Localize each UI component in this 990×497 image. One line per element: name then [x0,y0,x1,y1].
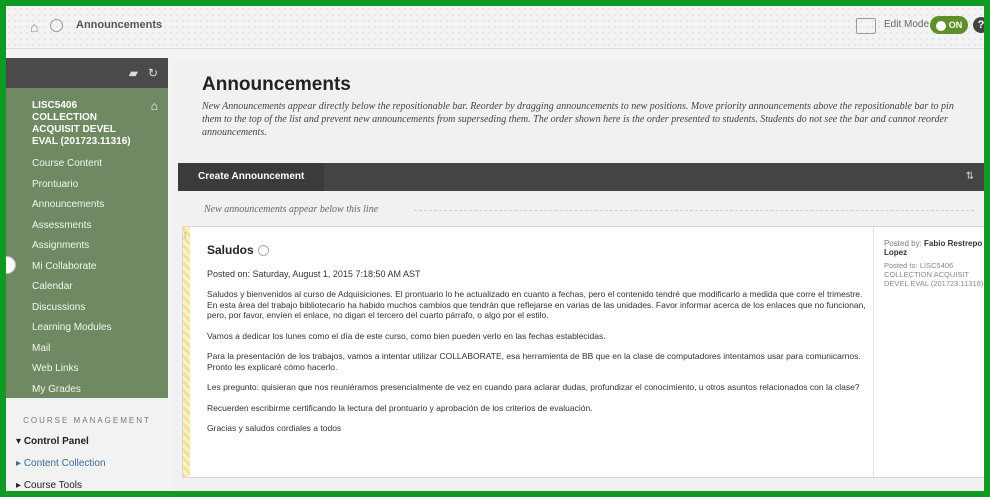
sidebar-item-discussions[interactable]: Discussions [6,298,168,319]
home-icon[interactable]: ⌂ [30,19,38,35]
announcement-title: Saludos [207,243,254,257]
menu-circle-icon[interactable] [50,19,63,32]
folder-view-icon[interactable]: ▰ [129,66,138,80]
posted-by: Posted by: Fabio Restrepo Lopez [884,239,984,257]
content-collection-label: Content Collection [23,458,106,469]
help-icon[interactable]: ? [973,17,984,33]
repositionable-bar[interactable] [414,210,974,211]
sidebar-item-web-links[interactable]: Web Links [6,359,168,380]
sidebar-item-assignments[interactable]: Assignments [6,236,168,257]
action-bar: Create Announcement ⇅ [178,163,984,191]
options-menu-icon[interactable] [257,245,269,257]
announcement-paragraph: Saludos y bienvenidos al curso de Adquis… [207,289,866,320]
course-tools-link[interactable]: ▸ Course Tools [6,480,168,491]
sidebar-item-calendar[interactable]: Calendar [6,277,168,298]
page-description: New Announcements appear directly below … [202,101,954,138]
edit-mode-toggle[interactable]: ON [930,16,968,34]
control-panel-toggle[interactable]: ▾ Control Panel [6,436,168,447]
course-menu: ▰ ↻ LISC5406 COLLECTION ACQUISIT DEVEL E… [6,58,168,491]
sidebar-item-assessments[interactable]: Assessments [6,216,168,237]
course-management-panel: COURSE MANAGEMENT ▾ Control Panel ▸ Cont… [6,398,168,491]
course-menu-header: ▰ ↻ [6,58,168,88]
main-content: Announcements New Announcements appear d… [174,58,984,491]
edit-mode-state: ON [948,20,963,30]
sidebar-item-announcements[interactable]: Announcements [6,195,168,216]
course-menu-items: Course Content Prontuario Announcements … [6,154,168,400]
sort-icon[interactable]: ⇅ [966,171,974,182]
drag-handle[interactable]: ⁞ [183,227,190,477]
course-home-icon[interactable]: ⌂ [151,100,158,112]
announcement-body: Saludos y bienvenidos al curso de Adquis… [207,289,871,444]
sidebar-item-mail[interactable]: Mail [6,339,168,360]
new-announcements-line-label: New announcements appear below this line [204,204,379,215]
sidebar-item-prontuario[interactable]: Prontuario [6,175,168,196]
drag-handle-icon: ⁞ [184,231,187,240]
announcement-paragraph: Vamos a dedicar los lunes como el día de… [207,330,606,341]
posted-by-label: Posted by: [884,239,922,248]
control-panel-label: Control Panel [23,436,89,447]
toggle-knob [935,20,946,31]
page-title: Announcements [202,74,351,95]
announcement-meta: Posted by: Fabio Restrepo Lopez Posted t… [873,227,984,477]
announcement-paragraph: Gracias y saludos cordiales a todos [207,423,342,433]
course-title[interactable]: LISC5406 COLLECTION ACQUISIT DEVEL EVAL … [6,88,168,148]
content-collection-link[interactable]: ▸ Content Collection [6,458,168,469]
create-announcement-button[interactable]: Create Announcement [178,163,325,191]
sidebar-item-my-grades[interactable]: My Grades [6,380,168,401]
sidebar-item-collaborate[interactable]: Mi Collaborate [6,257,168,278]
toolbar-icon[interactable] [856,18,876,34]
posted-on: Posted on: Saturday, August 1, 2015 7:18… [207,269,421,279]
course-title-text: LISC5406 COLLECTION ACQUISIT DEVEL EVAL … [32,100,131,147]
top-bar: ⌂ Announcements Edit Mode is: ON ? [6,6,984,49]
announcement-title-row: Saludos [207,243,269,257]
course-management-title: COURSE MANAGEMENT [23,416,151,425]
course-tools-label: Course Tools [23,480,82,491]
posted-to: Posted to: LISC5406 COLLECTION ACQUISIT … [884,261,984,288]
sidebar-item-course-content[interactable]: Course Content [6,154,168,175]
announcement-paragraph: Recuerden escribirme certificando la lec… [207,402,593,413]
page-frame: ⌂ Announcements Edit Mode is: ON ? ▰ ↻ L… [0,0,990,497]
refresh-icon[interactable]: ↻ [148,66,158,80]
breadcrumb[interactable]: Announcements [76,19,162,31]
announcement-paragraph: Les pregunto: quisieran que nos reuniéra… [207,382,860,392]
sidebar-item-learning-modules[interactable]: Learning Modules [6,318,168,339]
announcement-paragraph: Para la presentación de los trabajos, va… [207,351,861,372]
announcement-item: ⁞ Saludos Posted on: Saturday, August 1,… [182,226,984,478]
